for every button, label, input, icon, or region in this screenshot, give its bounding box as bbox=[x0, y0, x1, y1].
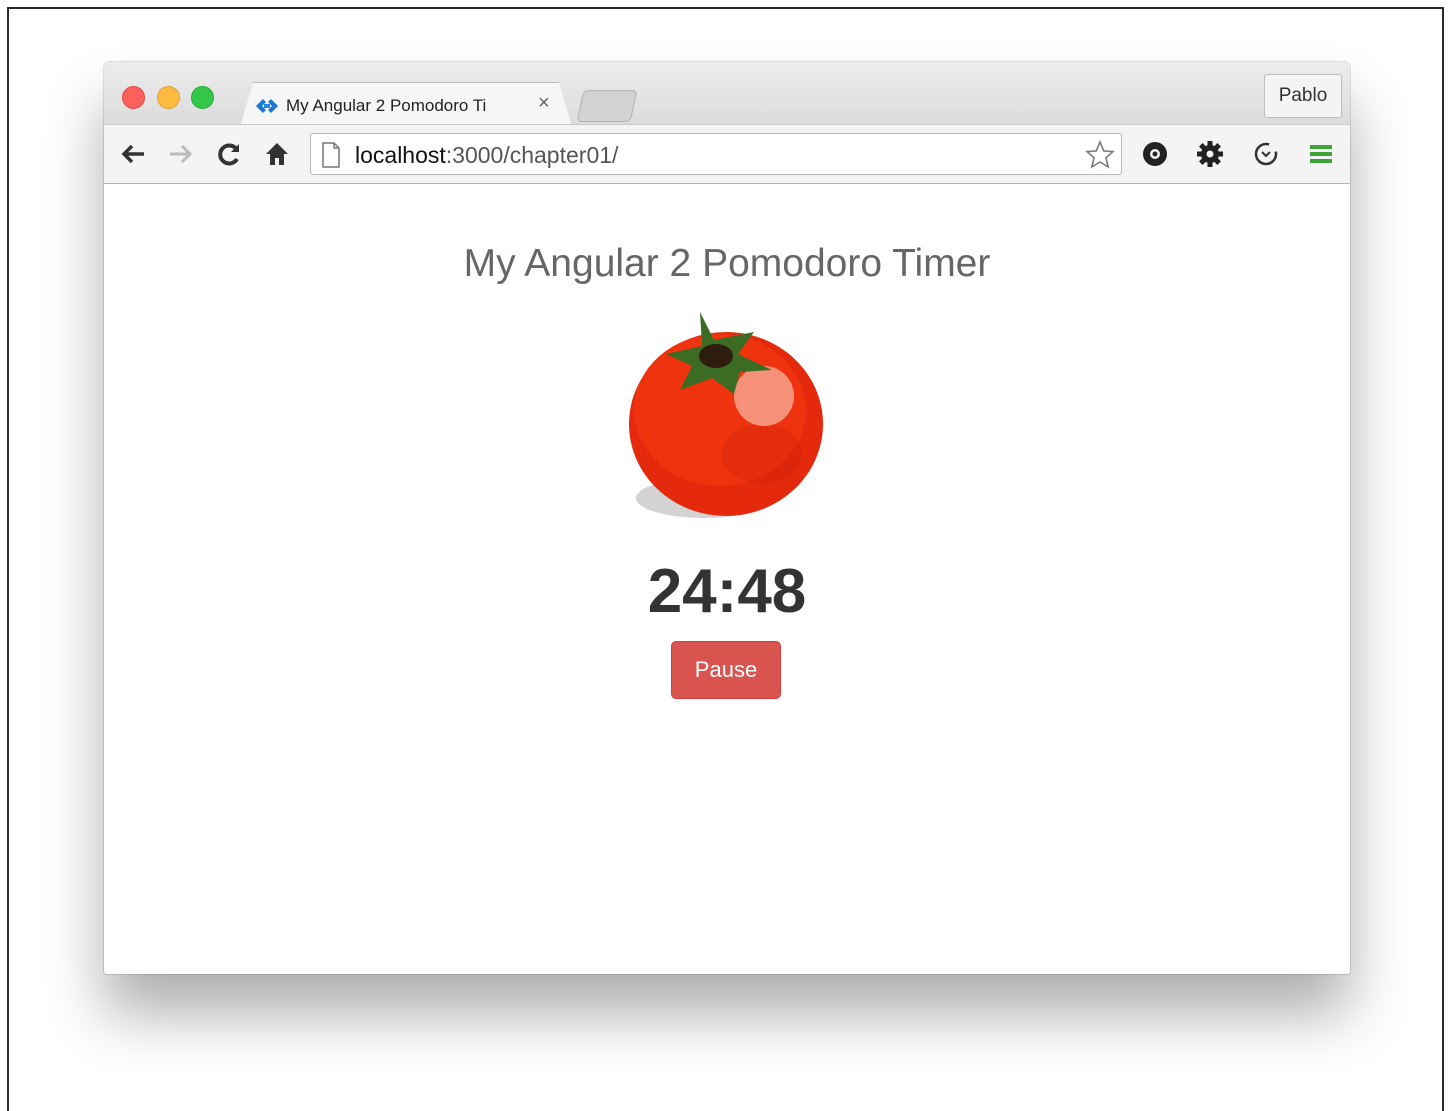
url-host: localhost bbox=[355, 142, 446, 168]
forward-arrow-icon[interactable] bbox=[166, 139, 196, 169]
browser-toolbar: localhost:3000/chapter01/ bbox=[104, 124, 1350, 184]
close-window-button[interactable] bbox=[122, 86, 145, 109]
tab-close-button[interactable]: × bbox=[538, 92, 550, 115]
sync-icon[interactable] bbox=[1251, 139, 1281, 169]
home-icon[interactable] bbox=[262, 139, 292, 169]
page-title: My Angular 2 Pomodoro Timer bbox=[463, 242, 991, 285]
new-tab-button[interactable] bbox=[576, 90, 638, 122]
star-icon[interactable] bbox=[1085, 140, 1115, 170]
url-text: localhost:3000/chapter01/ bbox=[355, 142, 618, 169]
browser-window: My Angular 2 Pomodoro Ti × Pablo localho… bbox=[104, 62, 1350, 974]
page-icon bbox=[322, 142, 340, 168]
profile-button[interactable]: Pablo bbox=[1264, 74, 1342, 118]
tab-label-group: My Angular 2 Pomodoro Ti bbox=[254, 88, 526, 124]
minimize-window-button[interactable] bbox=[157, 86, 180, 109]
angular-favicon-icon bbox=[256, 99, 278, 113]
back-arrow-icon[interactable] bbox=[118, 139, 148, 169]
page-content: My Angular 2 Pomodoro Timer 24:48 Pause bbox=[104, 184, 1350, 974]
extension-icon[interactable] bbox=[1140, 139, 1170, 169]
maximize-window-button[interactable] bbox=[191, 86, 214, 109]
gear-icon[interactable] bbox=[1195, 139, 1225, 169]
timer-display: 24:48 bbox=[647, 557, 807, 626]
title-bar: My Angular 2 Pomodoro Ti × Pablo bbox=[104, 62, 1350, 124]
reload-icon[interactable] bbox=[214, 139, 244, 169]
url-path: :3000/chapter01/ bbox=[445, 142, 619, 168]
menu-icon[interactable] bbox=[1306, 139, 1336, 169]
tab-title: My Angular 2 Pomodoro Ti bbox=[286, 96, 487, 115]
address-bar[interactable]: localhost:3000/chapter01/ bbox=[310, 133, 1122, 175]
tomato-image bbox=[629, 312, 823, 518]
pause-button[interactable]: Pause bbox=[671, 641, 781, 699]
